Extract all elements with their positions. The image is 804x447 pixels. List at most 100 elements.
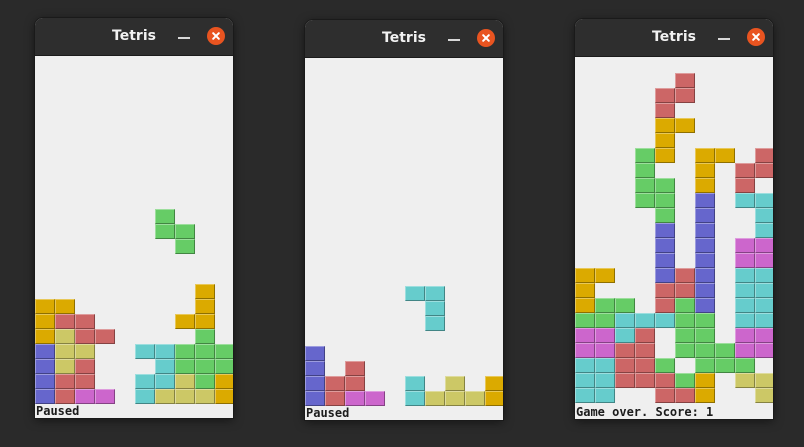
tetris-block [755,148,773,163]
window-title: Tetris [112,28,156,44]
tetris-block [175,224,195,239]
tetris-block [35,299,55,314]
title-bar[interactable]: Tetris [575,19,773,57]
tetris-block [735,298,755,313]
tetris-block [365,391,385,406]
tetris-block [215,389,233,404]
tetris-block [695,313,715,328]
tetris-block [175,314,195,329]
tetris-block [55,389,75,404]
status-text: Paused [36,404,80,418]
tetris-block [95,389,115,404]
title-bar[interactable]: Tetris [305,20,503,58]
window-title: Tetris [382,30,426,46]
game-board[interactable]: Paused [35,56,233,418]
game-board[interactable]: Paused [305,58,503,420]
tetris-block [655,313,675,328]
close-icon[interactable] [747,28,765,46]
tetris-block [675,313,695,328]
tetris-block [735,283,755,298]
tetris-block [595,358,615,373]
tetris-block [695,253,715,268]
tetris-block [195,284,215,299]
tetris-block [405,391,425,406]
tetris-block [305,376,325,391]
tetris-block [735,163,755,178]
tetris-block [615,313,635,328]
status-text: Game over. Score: 1 [576,405,714,419]
tetris-block [405,376,425,391]
tetris-block [695,208,715,223]
tetris-block [175,374,195,389]
tetris-block [75,344,95,359]
tetris-block [695,328,715,343]
tetris-block [595,268,615,283]
tetris-block [735,268,755,283]
tetris-block [35,389,55,404]
tetris-block [325,391,345,406]
tetris-block [135,389,155,404]
tetris-block [715,358,735,373]
tetris-block [575,298,595,313]
tetris-block [35,359,55,374]
tetris-block [655,358,675,373]
tetris-block [135,374,155,389]
tetris-block [655,148,675,163]
tetris-block [215,344,233,359]
tetris-block [215,359,233,374]
title-bar[interactable]: Tetris [35,18,233,56]
tetris-block [755,343,773,358]
tetris-block [175,344,195,359]
tetris-block [635,148,655,163]
game-board[interactable]: Game over. Score: 1 [575,57,773,419]
tetris-block [175,239,195,254]
tetris-block [755,298,773,313]
minimize-icon[interactable] [178,37,190,39]
minimize-icon[interactable] [718,38,730,40]
close-icon[interactable] [207,27,225,45]
tetris-block [615,358,635,373]
tetris-block [75,389,95,404]
tetris-block [615,373,635,388]
tetris-block [465,391,485,406]
tetris-block [55,374,75,389]
tetris-block [575,328,595,343]
tetris-block [695,298,715,313]
tetris-block [695,358,715,373]
window-title: Tetris [652,29,696,45]
tetris-block [635,313,655,328]
close-icon[interactable] [477,29,495,47]
tetris-block [695,223,715,238]
tetris-block [575,313,595,328]
tetris-block [595,343,615,358]
tetris-block [485,391,503,406]
tetris-block [155,374,175,389]
tetris-block [405,286,425,301]
tetris-block [615,298,635,313]
tetris-block [575,268,595,283]
tetris-block [195,299,215,314]
tetris-block [35,329,55,344]
tetris-block [425,316,445,331]
tetris-block [695,343,715,358]
tetris-block [595,388,615,403]
tetris-block [195,389,215,404]
tetris-block [445,376,465,391]
tetris-block [695,373,715,388]
tetris-block [735,358,755,373]
tetris-block [655,118,675,133]
tetris-block [655,298,675,313]
tetris-block [575,388,595,403]
tetris-block [345,391,365,406]
tetris-block [635,358,655,373]
minimize-icon[interactable] [448,39,460,41]
tetris-block [615,328,635,343]
tetris-block [195,344,215,359]
tetris-block [755,373,773,388]
tetris-block [305,346,325,361]
tetris-block [715,343,735,358]
tetris-block [635,178,655,193]
tetris-block [155,389,175,404]
tetris-block [755,313,773,328]
tetris-block [635,343,655,358]
